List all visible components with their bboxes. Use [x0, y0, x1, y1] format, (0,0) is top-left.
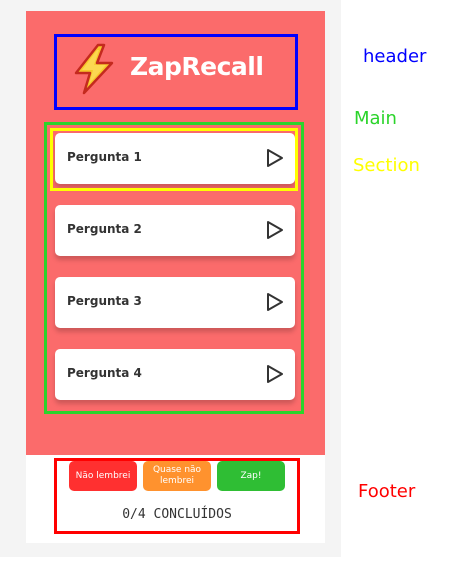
footer-annotation-label: Footer — [358, 481, 416, 502]
header-outline — [54, 34, 298, 110]
main-annotation-label: Main — [354, 108, 397, 129]
section-outline — [50, 128, 298, 191]
section-annotation-label: Section — [353, 155, 420, 176]
footer-outline — [54, 458, 300, 534]
header-annotation-label: header — [363, 46, 427, 67]
